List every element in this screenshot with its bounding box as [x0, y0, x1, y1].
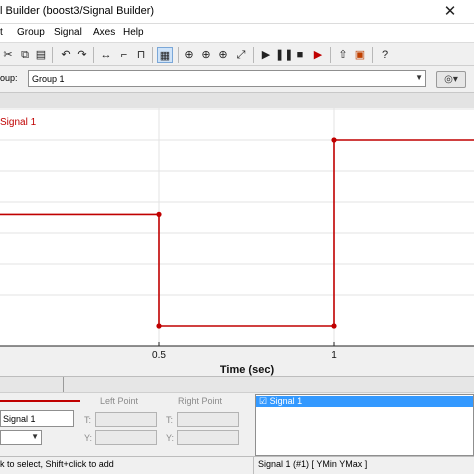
toolbar: ✂ ⧉ ▤ ↶ ↷ ↔ ⌐ ⊓ ▦ ⊕ ⊕ ⊕ ⤢ ▶ ❚❚ ■ ▶ ⇧ ▣ ? — [0, 42, 474, 66]
left-t-label: T: — [84, 415, 92, 425]
paste-icon[interactable]: ▤ — [33, 47, 49, 63]
menu-help[interactable]: Help — [123, 27, 144, 38]
signal-list-item-label: Signal 1 — [269, 396, 303, 406]
signal-name-input[interactable]: Signal 1 — [0, 410, 74, 427]
toolbar-separator — [372, 47, 373, 63]
step-up-icon[interactable]: ⌐ — [116, 47, 132, 63]
left-t-field[interactable] — [95, 412, 157, 427]
group-options-button[interactable]: ◎▾ — [436, 71, 466, 88]
run-all-icon[interactable]: ▶ — [310, 47, 326, 63]
x-tick-label: 0.5 — [152, 350, 166, 361]
right-t-label: T: — [166, 415, 174, 425]
signal-point[interactable] — [156, 323, 162, 329]
full-view-icon[interactable]: ⤢ — [233, 47, 249, 63]
menu-signal[interactable]: Signal — [54, 27, 82, 38]
menu-bar: t Group Signal Axes Help — [0, 24, 474, 42]
line-icon[interactable]: ↔ — [98, 47, 114, 63]
left-y-label: Y: — [84, 433, 93, 443]
model-icon[interactable]: ▣ — [352, 47, 368, 63]
toolbar-separator — [52, 47, 53, 63]
signal-point[interactable] — [156, 211, 162, 217]
group-select-value: Group 1 — [32, 74, 65, 84]
plot-area[interactable] — [0, 108, 474, 346]
status-signal-info: Signal 1 (#1) [ YMin YMax ] — [258, 459, 368, 469]
plot-header-strip — [0, 92, 474, 108]
cut-icon[interactable]: ✂ — [0, 47, 16, 63]
signal-list-item[interactable]: ☑ Signal 1 — [256, 396, 473, 407]
signal-point[interactable] — [331, 137, 337, 143]
signal-plot[interactable]: 0.5 1 Signal 1 Time (sec) — [0, 108, 474, 380]
window-title: l Builder (boost3/Signal Builder) — [0, 5, 155, 17]
x-tick-label: 1 — [331, 350, 337, 361]
title-bar: l Builder (boost3/Signal Builder) ✕ — [0, 0, 474, 24]
signal-name-value: Signal 1 — [3, 414, 36, 424]
stop-icon[interactable]: ■ — [292, 47, 308, 63]
toolbar-separator — [93, 47, 94, 63]
signal-index-dropdown[interactable]: ▼ — [0, 430, 42, 445]
zoom-icon[interactable]: ⊕ — [215, 47, 231, 63]
signal-point[interactable] — [331, 323, 337, 329]
toolbar-separator — [330, 47, 331, 63]
grid-icon[interactable]: ▦ — [157, 47, 173, 63]
chevron-down-icon: ▼ — [415, 73, 423, 82]
tab-row — [0, 376, 474, 392]
status-divider — [253, 457, 254, 474]
up-arrow-icon[interactable]: ⇧ — [335, 47, 351, 63]
tab-divider — [63, 377, 64, 392]
signal-line-sample — [0, 400, 80, 402]
close-button[interactable]: ✕ — [426, 0, 474, 24]
status-hint: k to select, Shift+click to add — [0, 459, 114, 469]
right-y-label: Y: — [166, 433, 175, 443]
right-y-field[interactable] — [177, 430, 239, 445]
undo-icon[interactable]: ↶ — [58, 47, 74, 63]
pause-icon[interactable]: ❚❚ — [275, 47, 293, 63]
chevron-down-icon: ▼ — [31, 432, 39, 441]
menu-axes[interactable]: Axes — [93, 27, 115, 38]
menu-edit[interactable]: t — [0, 27, 3, 38]
pulse-icon[interactable]: ⊓ — [133, 47, 149, 63]
toolbar-separator — [152, 47, 153, 63]
zoom-x-icon[interactable]: ⊕ — [181, 47, 197, 63]
redo-icon[interactable]: ↷ — [74, 47, 90, 63]
left-y-field[interactable] — [95, 430, 157, 445]
x-axis-label: Time (sec) — [220, 364, 275, 376]
right-point-label: Right Point — [178, 396, 223, 406]
checkbox-checked-icon[interactable]: ☑ — [259, 396, 267, 406]
group-label: oup: — [0, 73, 18, 83]
signal-label: Signal 1 — [0, 117, 37, 128]
copy-icon[interactable]: ⧉ — [17, 47, 33, 63]
group-select[interactable]: Group 1 ▼ — [28, 70, 426, 87]
play-icon[interactable]: ▶ — [258, 47, 274, 63]
group-row: oup: Group 1 ▼ — [0, 66, 474, 90]
zoom-y-icon[interactable]: ⊕ — [198, 47, 214, 63]
left-point-label: Left Point — [100, 396, 139, 406]
toolbar-separator — [178, 47, 179, 63]
menu-group[interactable]: Group — [17, 27, 45, 38]
signal-list[interactable]: ☑ Signal 1 — [255, 394, 474, 456]
right-t-field[interactable] — [177, 412, 239, 427]
toolbar-separator — [253, 47, 254, 63]
help-icon[interactable]: ? — [377, 47, 393, 63]
